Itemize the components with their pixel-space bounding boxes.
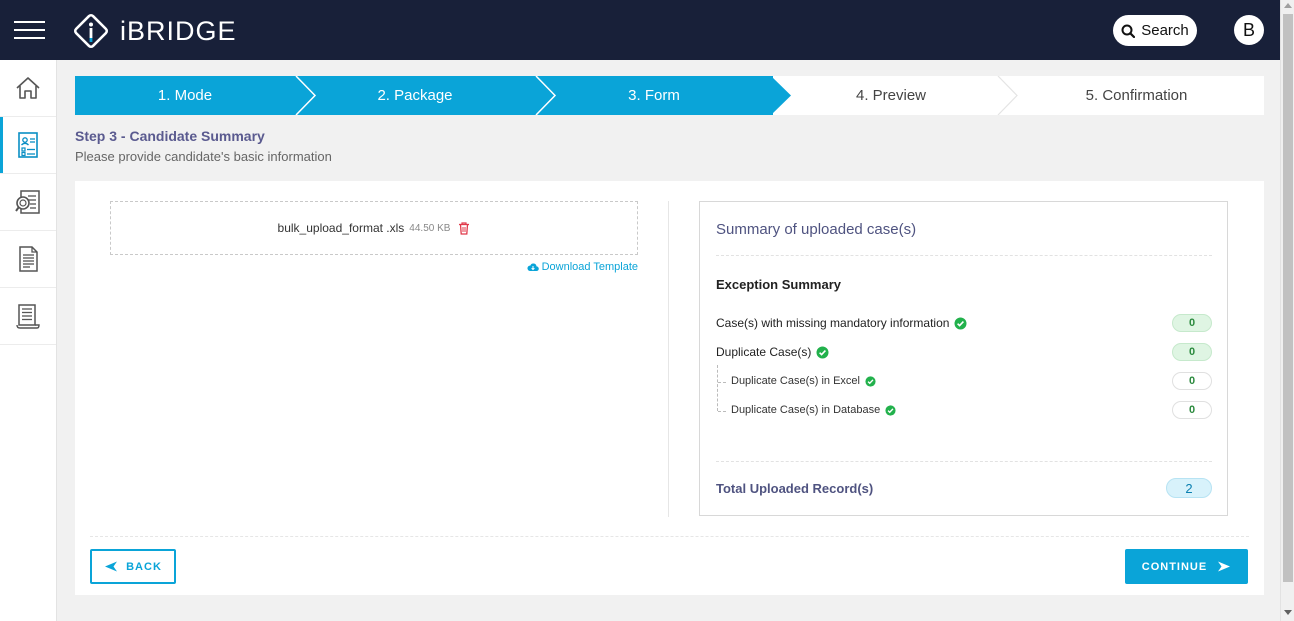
step-label: 5. Confirmation	[1085, 87, 1188, 104]
summary-row-label: Case(s) with missing mandatory informati…	[716, 316, 950, 330]
file-upload-box[interactable]: bulk_upload_format .xls 44.50 KB	[110, 201, 638, 255]
divider	[716, 461, 1212, 462]
download-template-link[interactable]: Download Template	[527, 261, 638, 273]
vertical-divider	[668, 201, 669, 517]
count-badge: 0	[1172, 401, 1212, 419]
step-form[interactable]: 3. Form	[535, 76, 791, 115]
brand-logo[interactable]: iBRIDGE	[72, 12, 237, 50]
sidebar	[0, 60, 57, 621]
total-count-badge: 2	[1166, 478, 1212, 498]
summary-row-label: Duplicate Case(s) in Excel	[731, 375, 860, 387]
sidebar-item-verification[interactable]	[0, 174, 56, 231]
cloud-download-icon	[527, 263, 539, 271]
search-label: Search	[1141, 22, 1189, 39]
count-badge: 0	[1172, 314, 1212, 332]
divider	[90, 536, 1249, 537]
scroll-down-arrow-icon[interactable]	[1284, 610, 1292, 615]
trash-icon	[459, 221, 470, 235]
summary-row-label: Duplicate Case(s)	[716, 345, 812, 359]
sidebar-item-home[interactable]	[0, 60, 56, 117]
back-label: BACK	[126, 560, 162, 573]
sidebar-item-form[interactable]	[0, 117, 56, 174]
search-button[interactable]: Search	[1113, 15, 1197, 46]
summary-row-missing-info: Case(s) with missing mandatory informati…	[716, 314, 1212, 332]
report-document-icon	[19, 246, 38, 272]
uploaded-file-name: bulk_upload_format .xls	[277, 221, 405, 235]
step-preview[interactable]: 4. Preview	[773, 76, 1018, 115]
check-circle-icon	[816, 346, 829, 359]
brand-name: iBRIDGE	[120, 15, 237, 46]
total-uploaded-row: Total Uploaded Record(s) 2	[716, 478, 1212, 498]
summary-row-label: Duplicate Case(s) in Database	[731, 404, 881, 416]
check-circle-icon	[885, 404, 896, 416]
progress-stepper: 1. Mode 2. Package 3. Form 4. Preview 5.…	[75, 76, 1264, 115]
step-label: 1. Mode	[157, 87, 213, 104]
page-subtitle: Please provide candidate's basic informa…	[75, 149, 332, 164]
continue-button[interactable]: CONTINUE	[1125, 549, 1248, 584]
step-label: 4. Preview	[855, 87, 927, 104]
step-separator-icon	[997, 76, 1018, 115]
page-scrollbar[interactable]	[1280, 0, 1294, 621]
check-circle-icon	[954, 317, 967, 330]
step-separator-icon	[535, 76, 557, 115]
home-icon	[16, 77, 40, 99]
continue-label: CONTINUE	[1141, 560, 1208, 573]
back-button[interactable]: BACK	[90, 549, 176, 584]
delete-file-button[interactable]	[458, 221, 470, 235]
count-badge: 0	[1172, 372, 1212, 390]
summary-row-duplicates: Duplicate Case(s) 0	[716, 343, 1212, 361]
sidebar-item-ledger[interactable]	[0, 288, 56, 345]
check-circle-icon	[865, 375, 876, 387]
user-avatar[interactable]: B	[1234, 15, 1264, 45]
main-card: bulk_upload_format .xls 44.50 KB Downloa…	[75, 181, 1264, 595]
menu-icon[interactable]	[14, 21, 45, 41]
step-mode[interactable]: 1. Mode	[75, 76, 317, 115]
top-header: iBRIDGE Search B	[0, 0, 1280, 60]
search-document-icon	[15, 190, 40, 214]
arrow-left-icon	[105, 561, 118, 572]
form-document-icon	[18, 132, 38, 158]
step-label: 3. Form	[628, 87, 680, 104]
total-uploaded-label: Total Uploaded Record(s)	[716, 480, 874, 496]
step-label: 2. Package	[377, 87, 453, 104]
ledger-document-icon	[16, 304, 40, 329]
arrow-right-icon	[1218, 561, 1231, 572]
summary-row-duplicates-database: Duplicate Case(s) in Database 0	[716, 401, 1212, 419]
divider	[716, 255, 1212, 256]
exception-summary-title: Exception Summary	[716, 277, 841, 292]
count-badge: 0	[1172, 343, 1212, 361]
scroll-up-arrow-icon[interactable]	[1284, 3, 1292, 8]
summary-row-duplicates-excel: Duplicate Case(s) in Excel 0	[716, 372, 1212, 390]
summary-title: Summary of uploaded case(s)	[716, 221, 917, 238]
ibridge-logo-icon	[73, 13, 109, 49]
uploaded-file-size: 44.50 KB	[409, 222, 451, 234]
download-template-label: Download Template	[541, 261, 638, 273]
step-separator-icon	[771, 76, 791, 115]
step-confirmation[interactable]: 5. Confirmation	[1009, 76, 1264, 115]
scroll-thumb[interactable]	[1283, 14, 1293, 582]
step-package[interactable]: 2. Package	[295, 76, 557, 115]
page-title: Step 3 - Candidate Summary	[75, 128, 265, 144]
sidebar-item-reports[interactable]	[0, 231, 56, 288]
search-icon	[1121, 24, 1136, 38]
step-separator-icon	[295, 76, 317, 115]
upload-summary-panel: Summary of uploaded case(s) Exception Su…	[699, 201, 1228, 516]
